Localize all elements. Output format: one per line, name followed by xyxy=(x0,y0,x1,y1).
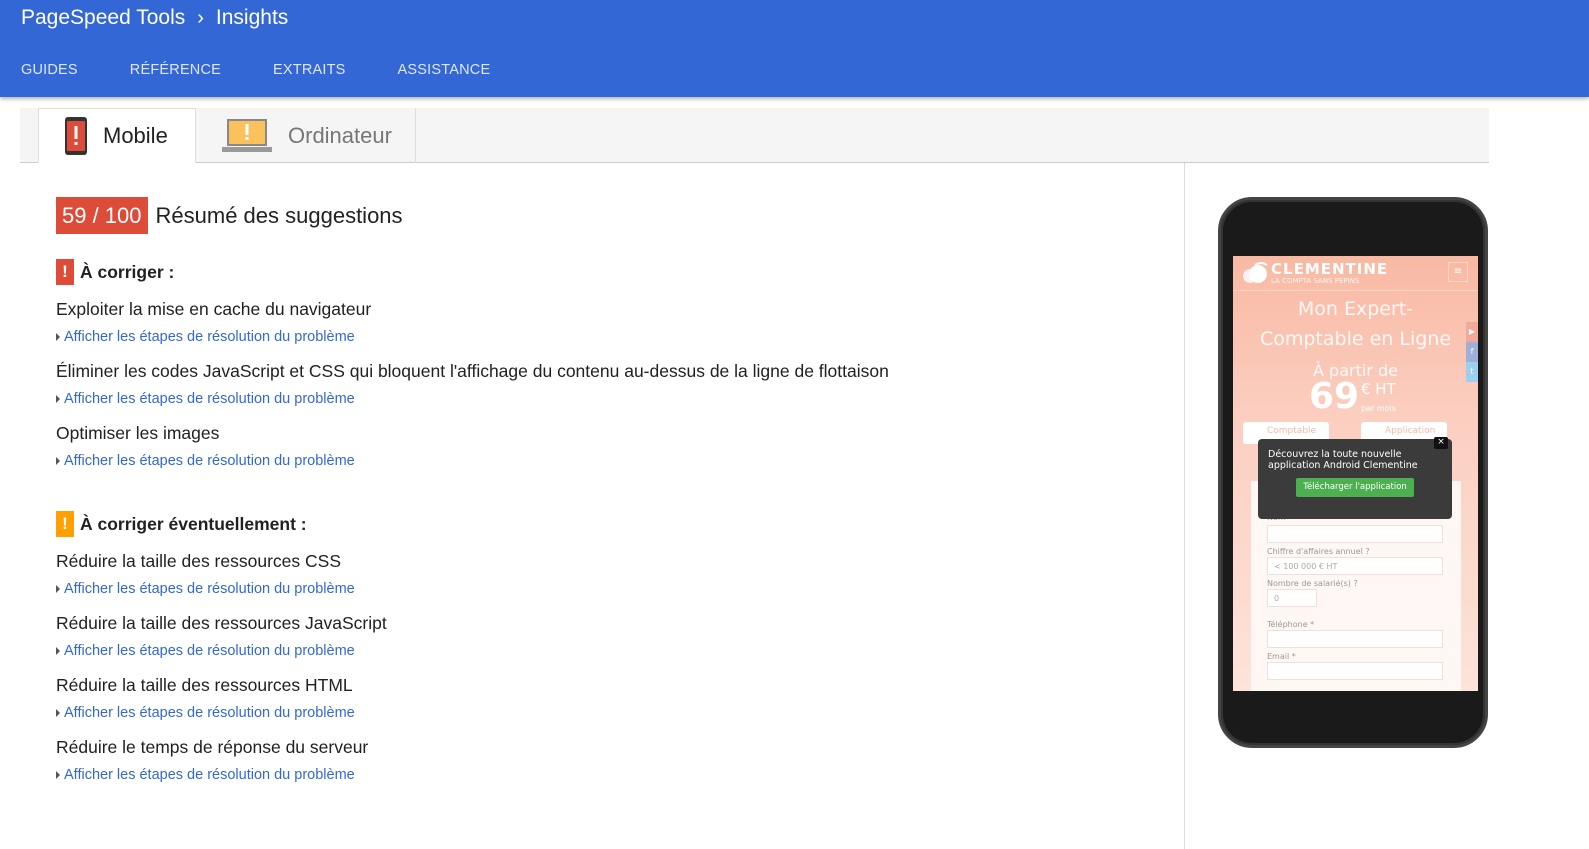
section-consider-fixing: ! À corriger éventuellement : xyxy=(56,511,1156,537)
link-label: Afficher les étapes de résolution du pro… xyxy=(64,643,355,659)
field-label: Nombre de salarié(s) ? xyxy=(1267,579,1358,588)
youtube-icon: ▶ xyxy=(1466,322,1478,342)
rule-title: Exploiter la mise en cache du navigateur xyxy=(56,299,372,319)
tab-label: Mobile xyxy=(103,122,168,148)
expand-triangle-icon xyxy=(56,457,60,465)
rule-title: Optimiser les images xyxy=(56,423,220,443)
show-fix-link[interactable]: Afficher les étapes de résolution du pro… xyxy=(56,703,1156,723)
mobile-warning-icon xyxy=(65,116,87,155)
top-nav: GUIDES RÉFÉRENCE EXTRAITS ASSISTANCE xyxy=(21,62,490,78)
nav-assistance[interactable]: ASSISTANCE xyxy=(398,62,491,78)
tab-mobile[interactable]: Mobile xyxy=(38,108,196,163)
hero-unit: € HT xyxy=(1361,380,1396,398)
expand-triangle-icon xyxy=(56,333,60,341)
summary-title: Résumé des suggestions xyxy=(155,202,403,228)
field-label: Email * xyxy=(1267,652,1296,661)
warning-icon: ! xyxy=(56,511,74,537)
section-should-fix: ! À corriger : xyxy=(56,259,1156,285)
phone-field xyxy=(1267,630,1443,648)
brand-link[interactable]: PageSpeed Tools xyxy=(21,6,185,30)
rule-item: Éliminer les codes JavaScript et CSS qui… xyxy=(56,359,1156,409)
facebook-icon: f xyxy=(1466,342,1478,362)
employees-field: 0 xyxy=(1267,589,1317,607)
rule-item: Réduire la taille des ressources HTML Aff… xyxy=(56,673,1156,723)
expand-triangle-icon xyxy=(56,771,60,779)
score-row: 59 / 100 Résumé des suggestions xyxy=(56,197,1156,234)
show-fix-link[interactable]: Afficher les étapes de résolution du pro… xyxy=(56,641,1156,661)
name-field xyxy=(1267,525,1443,543)
rule-item: Réduire la taille des ressources CSS Affi… xyxy=(56,549,1156,599)
divider xyxy=(1184,163,1185,849)
desktop-warning-icon xyxy=(222,118,272,152)
section-title: À corriger éventuellement : xyxy=(80,513,307,534)
rule-title: Réduire la taille des ressources CSS xyxy=(56,551,341,571)
link-label: Afficher les étapes de résolution du pro… xyxy=(64,767,355,783)
hero-per: par mois xyxy=(1361,404,1396,413)
breadcrumb: PageSpeed Tools › Insights xyxy=(21,6,288,30)
link-label: Afficher les étapes de résolution du pro… xyxy=(64,329,355,345)
link-label: Afficher les étapes de résolution du pro… xyxy=(64,581,355,597)
show-fix-link[interactable]: Afficher les étapes de résolution du pro… xyxy=(56,389,1156,409)
close-icon: × xyxy=(1434,437,1448,449)
site-logo: CLEMENTINE xyxy=(1271,260,1389,278)
section-title: À corriger : xyxy=(80,261,175,282)
hero-price: 69 xyxy=(1309,376,1360,417)
twitter-icon: t xyxy=(1466,362,1478,382)
field-label: Chiffre d'affaires annuel ? xyxy=(1267,547,1370,556)
rule-item: Exploiter la mise en cache du navigateur… xyxy=(56,297,1156,347)
tab-desktop[interactable]: Ordinateur xyxy=(196,108,416,163)
top-header: PageSpeed Tools › Insights GUIDES RÉFÉRE… xyxy=(0,0,1589,97)
warning-icon: ! xyxy=(56,259,74,285)
page-title: Insights xyxy=(215,6,289,29)
app-popup: × Découvrez la toute nouvelle applicatio… xyxy=(1258,437,1452,519)
rule-title: Réduire la taille des ressources HTML xyxy=(56,675,353,695)
expand-triangle-icon xyxy=(56,395,60,403)
email-field xyxy=(1267,662,1443,680)
download-app-button: Télécharger l'application xyxy=(1296,478,1414,497)
show-fix-link[interactable]: Afficher les étapes de résolution du pro… xyxy=(56,451,1156,471)
nav-reference[interactable]: RÉFÉRENCE xyxy=(130,62,221,78)
popup-text: Découvrez la toute nouvelle application … xyxy=(1268,449,1418,471)
expand-triangle-icon xyxy=(56,709,60,717)
clementine-logo-icon xyxy=(1243,262,1268,283)
expand-triangle-icon xyxy=(56,647,60,655)
show-fix-link[interactable]: Afficher les étapes de résolution du pro… xyxy=(56,579,1156,599)
chevron-right-icon: › xyxy=(197,6,204,29)
nav-guides[interactable]: GUIDES xyxy=(21,62,78,78)
tab-label: Ordinateur xyxy=(288,122,392,148)
link-label: Afficher les étapes de résolution du pro… xyxy=(64,391,355,407)
rule-title: Éliminer les codes JavaScript et CSS qui… xyxy=(56,361,889,381)
rule-item: Optimiser les images Afficher les étapes … xyxy=(56,421,1156,471)
device-tabs: Mobile Ordinateur xyxy=(20,108,1489,163)
rule-item: Réduire le temps de réponse du serveur Af… xyxy=(56,735,1156,785)
revenue-field: < 100 000 € HT xyxy=(1267,557,1443,575)
score-badge: 59 / 100 xyxy=(56,197,148,234)
phone-preview: CLEMENTINE LA COMPTA SANS PEPINS ≡ Mon E… xyxy=(1218,197,1488,748)
suggestions-panel: 59 / 100 Résumé des suggestions ! À corri… xyxy=(56,197,1156,785)
rule-title: Réduire la taille des ressources JavaScr… xyxy=(56,613,387,633)
nav-extraits[interactable]: EXTRAITS xyxy=(273,62,346,78)
show-fix-link[interactable]: Afficher les étapes de résolution du pro… xyxy=(56,327,1156,347)
rule-item: Réduire la taille des ressources JavaScr… xyxy=(56,611,1156,661)
rule-title: Réduire le temps de réponse du serveur xyxy=(56,737,369,757)
link-label: Afficher les étapes de résolution du pro… xyxy=(64,453,355,469)
menu-icon: ≡ xyxy=(1448,262,1468,282)
link-label: Afficher les étapes de résolution du pro… xyxy=(64,705,355,721)
hero-line-2: Comptable en Ligne xyxy=(1259,328,1452,350)
page-screenshot: CLEMENTINE LA COMPTA SANS PEPINS ≡ Mon E… xyxy=(1233,256,1478,691)
show-fix-link[interactable]: Afficher les étapes de résolution du pro… xyxy=(56,765,1156,785)
expand-triangle-icon xyxy=(56,585,60,593)
hero-line-1: Mon Expert- xyxy=(1297,298,1414,320)
field-label: Téléphone * xyxy=(1267,620,1315,629)
site-tagline: LA COMPTA SANS PEPINS xyxy=(1271,277,1360,285)
